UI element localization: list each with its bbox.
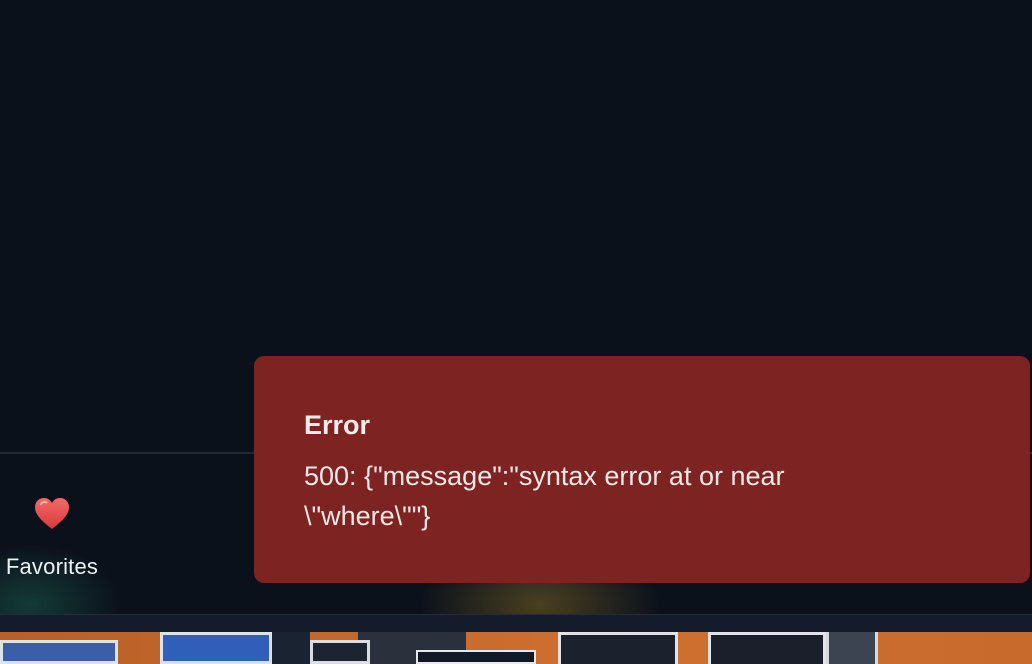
error-toast-message: 500: {"message":"syntax error at or near… <box>304 461 785 531</box>
error-toast[interactable]: Error 500: {"message":"syntax error at o… <box>254 356 1030 583</box>
thumbnail[interactable] <box>416 650 536 664</box>
error-toast-title: Error <box>304 410 371 440</box>
thumbnail[interactable] <box>558 632 678 664</box>
thumbnail[interactable] <box>310 640 370 664</box>
thumbnail[interactable] <box>160 632 272 664</box>
thumbnail[interactable] <box>0 640 118 664</box>
thumbnail[interactable] <box>826 632 878 664</box>
thumbnail-strip <box>0 632 1032 664</box>
thumbnail[interactable] <box>272 632 310 664</box>
dock-bottom-divider <box>0 614 1032 632</box>
favorites-label: Favorites <box>5 554 99 579</box>
favorites-button[interactable]: Favorites <box>0 494 104 580</box>
heart-icon <box>35 498 69 529</box>
thumbnail[interactable] <box>708 632 826 664</box>
